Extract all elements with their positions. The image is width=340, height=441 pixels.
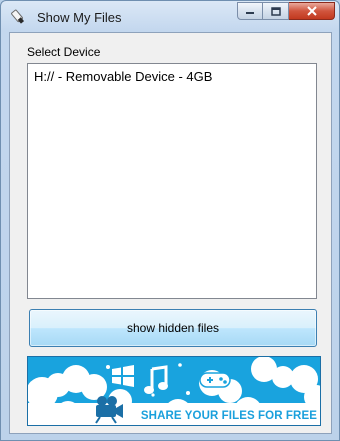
show-hidden-files-button[interactable]: show hidden files: [29, 309, 317, 347]
share-files-banner[interactable]: SHARE YOUR FILES FOR FREE: [27, 356, 321, 426]
maximize-icon: [270, 6, 281, 16]
device-listbox[interactable]: H:// - Removable Device - 4GB: [27, 63, 317, 299]
close-icon: [306, 6, 317, 16]
minimize-icon: [246, 12, 254, 14]
windows-icon: [112, 365, 134, 387]
window-controls: [237, 2, 335, 22]
close-button[interactable]: [289, 2, 335, 20]
music-note-icon: [144, 365, 168, 394]
client-area: Select Device H:// - Removable Device - …: [9, 32, 332, 434]
app-window: Show My Files Select Device H:// - Remov…: [0, 0, 340, 441]
window-title: Show My Files: [37, 10, 122, 25]
banner-slogan: SHARE YOUR FILES FOR FREE: [140, 410, 317, 422]
usb-drive-icon: [10, 9, 26, 25]
title-bar[interactable]: Show My Files: [1, 1, 339, 33]
minimize-button[interactable]: [237, 2, 263, 20]
gamepad-icon: [199, 372, 231, 388]
select-device-label: Select Device: [27, 45, 101, 59]
device-list-item[interactable]: H:// - Removable Device - 4GB: [34, 69, 212, 84]
maximize-button[interactable]: [263, 2, 289, 20]
